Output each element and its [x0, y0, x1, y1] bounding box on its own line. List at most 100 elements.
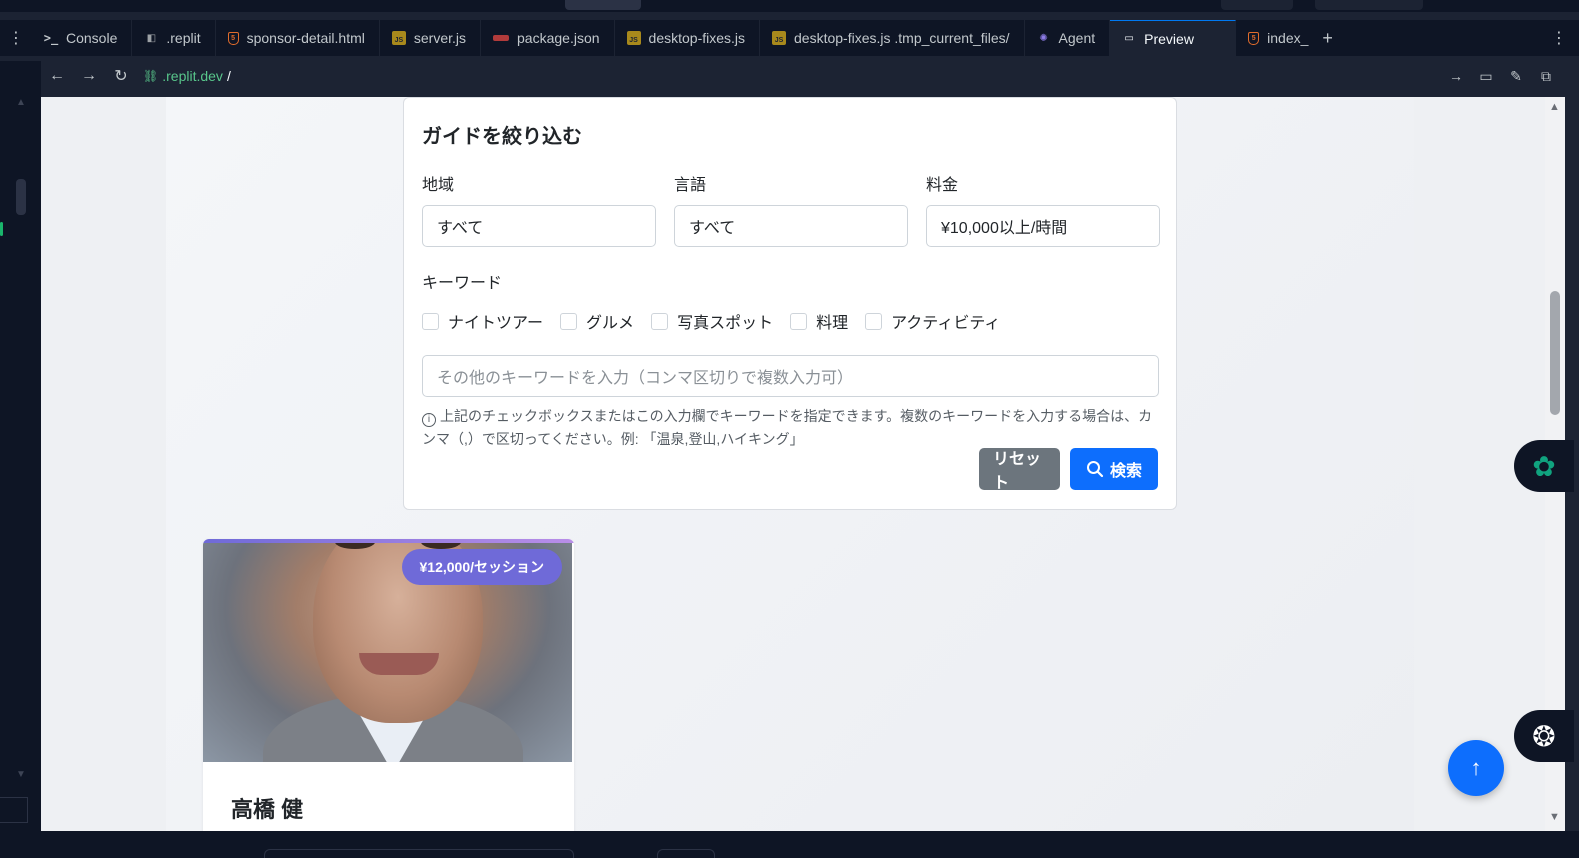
reload-icon[interactable]: ↻ — [105, 61, 137, 91]
json-file-icon — [493, 35, 510, 41]
url-slash: / — [226, 68, 231, 84]
checkbox-cooking[interactable]: 料理 — [790, 309, 848, 333]
tab-agent[interactable]: ✺ Agent — [1025, 20, 1111, 56]
search-button[interactable]: 検索 — [1070, 448, 1158, 490]
html-file-icon: 5 — [1248, 31, 1260, 45]
language-select[interactable]: すべて — [674, 205, 908, 247]
back-to-top-button[interactable]: ↑ — [1448, 740, 1504, 796]
keyword-hint: i 上記のチェックボックスまたはこの入力欄でキーワードを指定できます。複数のキーワ… — [422, 405, 1159, 451]
tab-sponsor-detail[interactable]: 5 sponsor-detail.html — [216, 20, 380, 56]
filter-title: ガイドを絞り込む — [422, 126, 582, 148]
reset-button[interactable]: リセット — [979, 448, 1060, 492]
checkbox-box[interactable] — [560, 312, 578, 330]
device-icon[interactable]: ▭ — [1475, 68, 1497, 85]
scrollbar-thumb[interactable] — [16, 179, 26, 215]
filter-row: 地域 すべて 言語 すべて 料金 ¥10,000以上/時間 — [422, 171, 1160, 247]
search-label: 検索 — [1109, 463, 1142, 480]
js-file-icon: JS — [626, 31, 641, 45]
reset-label: リセット — [993, 451, 1042, 492]
address-actions: → ▭ ✎ ⧉ — [1445, 68, 1565, 85]
checkbox-label: ナイトツアー — [448, 315, 544, 332]
kebab-menu-icon[interactable]: ⋮ — [1539, 20, 1579, 56]
checkbox-label: グルメ — [586, 315, 635, 332]
top-strip — [0, 0, 1579, 12]
tab-preview[interactable]: ▭ Preview — [1110, 20, 1237, 56]
checkbox-gourmet[interactable]: グルメ — [560, 309, 634, 333]
price-label: 料金 — [926, 177, 959, 194]
region-select[interactable]: すべて — [422, 205, 656, 247]
keyword-label: キーワード — [422, 275, 503, 292]
tab-label: sponsor-detail.html — [246, 30, 365, 46]
tab-label: desktop-fixes.js .tmp_current_files/ — [794, 30, 1010, 46]
chat-assistant-icon[interactable]: ❂ — [1514, 710, 1574, 762]
tab-label: Preview — [1144, 30, 1194, 47]
bottom-segment[interactable] — [657, 849, 715, 858]
tab-console[interactable]: >_ Console — [32, 20, 133, 56]
back-icon[interactable]: ← — [41, 61, 73, 91]
tab-label: server.js — [413, 30, 467, 46]
tab-replit[interactable]: ◧ .replit — [132, 20, 216, 56]
checkbox-photo-spot[interactable]: 写真スポット — [651, 309, 773, 333]
top-pill[interactable] — [1221, 0, 1293, 10]
tab-label: .replit — [166, 30, 201, 46]
tab-package-json[interactable]: package.json — [481, 20, 615, 56]
price-select[interactable]: ¥10,000以上/時間 — [926, 205, 1160, 247]
kebab-menu-icon[interactable]: ⋮ — [0, 20, 32, 56]
top-pill[interactable] — [565, 0, 641, 10]
preview-viewport: ガイドを絞り込む 地域 すべて 言語 すべて 料金 ¥10,000以上/時間 キ… — [41, 97, 1565, 831]
photo-eye — [335, 543, 375, 549]
tab-index[interactable]: 5 index_ — [1236, 20, 1312, 56]
scroll-up-icon[interactable]: ▲ — [1549, 101, 1560, 113]
wrench-icon[interactable]: ✎ — [1505, 68, 1527, 85]
checkbox-label: アクティビティ — [891, 315, 1001, 332]
js-file-icon: JS — [772, 31, 787, 45]
tab-desktop-fixes[interactable]: JS desktop-fixes.js — [615, 20, 761, 56]
open-external-icon[interactable]: ⧉ — [1535, 68, 1557, 85]
checkbox-activity[interactable]: アクティビティ — [865, 309, 1000, 333]
new-tab-icon[interactable]: + — [1312, 20, 1343, 56]
guide-card[interactable]: ¥12,000/セッション 高橋 健 — [203, 539, 574, 831]
html-file-icon: 5 — [227, 31, 239, 45]
keyword-checkboxes: ナイトツアー グルメ 写真スポット 料理 アクティビティ — [422, 309, 1158, 333]
checkbox-label: 写真スポット — [677, 315, 774, 332]
address-bar: ← → ↻ ⛓ .replit.dev / → ▭ ✎ ⧉ — [41, 61, 1565, 91]
checkbox-night-tour[interactable]: ナイトツアー — [422, 309, 543, 333]
terminal-icon: >_ — [43, 31, 59, 45]
language-label: 言語 — [674, 177, 707, 194]
hint-text: 上記のチェックボックスまたはこの入力欄でキーワードを指定できます。複数のキーワー… — [422, 408, 1153, 447]
tab-server-js[interactable]: JS server.js — [380, 20, 482, 56]
agent-icon: ✺ — [1039, 32, 1048, 44]
checkbox-box[interactable] — [865, 312, 883, 330]
language-group: 言語 すべて — [674, 171, 908, 247]
arrow-up-icon: ↑ — [1470, 755, 1482, 780]
guide-name[interactable]: 高橋 健 — [203, 762, 574, 824]
url-field[interactable]: ⛓ .replit.dev / — [143, 68, 231, 84]
tab-label: Console — [66, 30, 118, 46]
price-group: 料金 ¥10,000以上/時間 — [926, 171, 1160, 247]
search-icon — [1086, 461, 1104, 478]
checkbox-box[interactable] — [651, 312, 669, 330]
tab-label: package.json — [517, 30, 600, 46]
panel-divider — [0, 797, 28, 823]
tab-label: index_ — [1267, 30, 1309, 46]
tab-label: Agent — [1058, 30, 1096, 46]
tab-desktop-fixes-tmp[interactable]: JS desktop-fixes.js .tmp_current_files/ — [760, 20, 1025, 56]
bottom-segment[interactable] — [264, 849, 574, 858]
filter-card: ガイドを絞り込む 地域 すべて 言語 すべて 料金 ¥10,000以上/時間 キ… — [403, 97, 1177, 510]
scroll-down-icon[interactable]: ▼ — [16, 769, 26, 780]
tab-label: desktop-fixes.js — [648, 30, 746, 46]
scrollbar-thumb[interactable] — [1550, 291, 1560, 415]
checkbox-box[interactable] — [422, 312, 439, 330]
scroll-up-icon[interactable]: ▲ — [16, 97, 26, 108]
guide-photo[interactable]: ¥12,000/セッション — [203, 543, 572, 762]
ai-assistant-icon[interactable]: ✿ — [1514, 440, 1574, 492]
top-pill[interactable] — [1315, 0, 1423, 10]
forward-icon[interactable]: → — [73, 61, 105, 91]
bottom-bar — [0, 831, 1579, 858]
region-label: 地域 — [422, 177, 455, 194]
checkbox-box[interactable] — [790, 312, 808, 330]
preview-icon: ▭ — [1124, 33, 1134, 44]
scroll-down-icon[interactable]: ▼ — [1549, 811, 1560, 823]
keyword-input[interactable]: その他のキーワードを入力（コンマ区切りで複数入力可） — [422, 355, 1159, 397]
go-icon[interactable]: → — [1445, 68, 1467, 85]
